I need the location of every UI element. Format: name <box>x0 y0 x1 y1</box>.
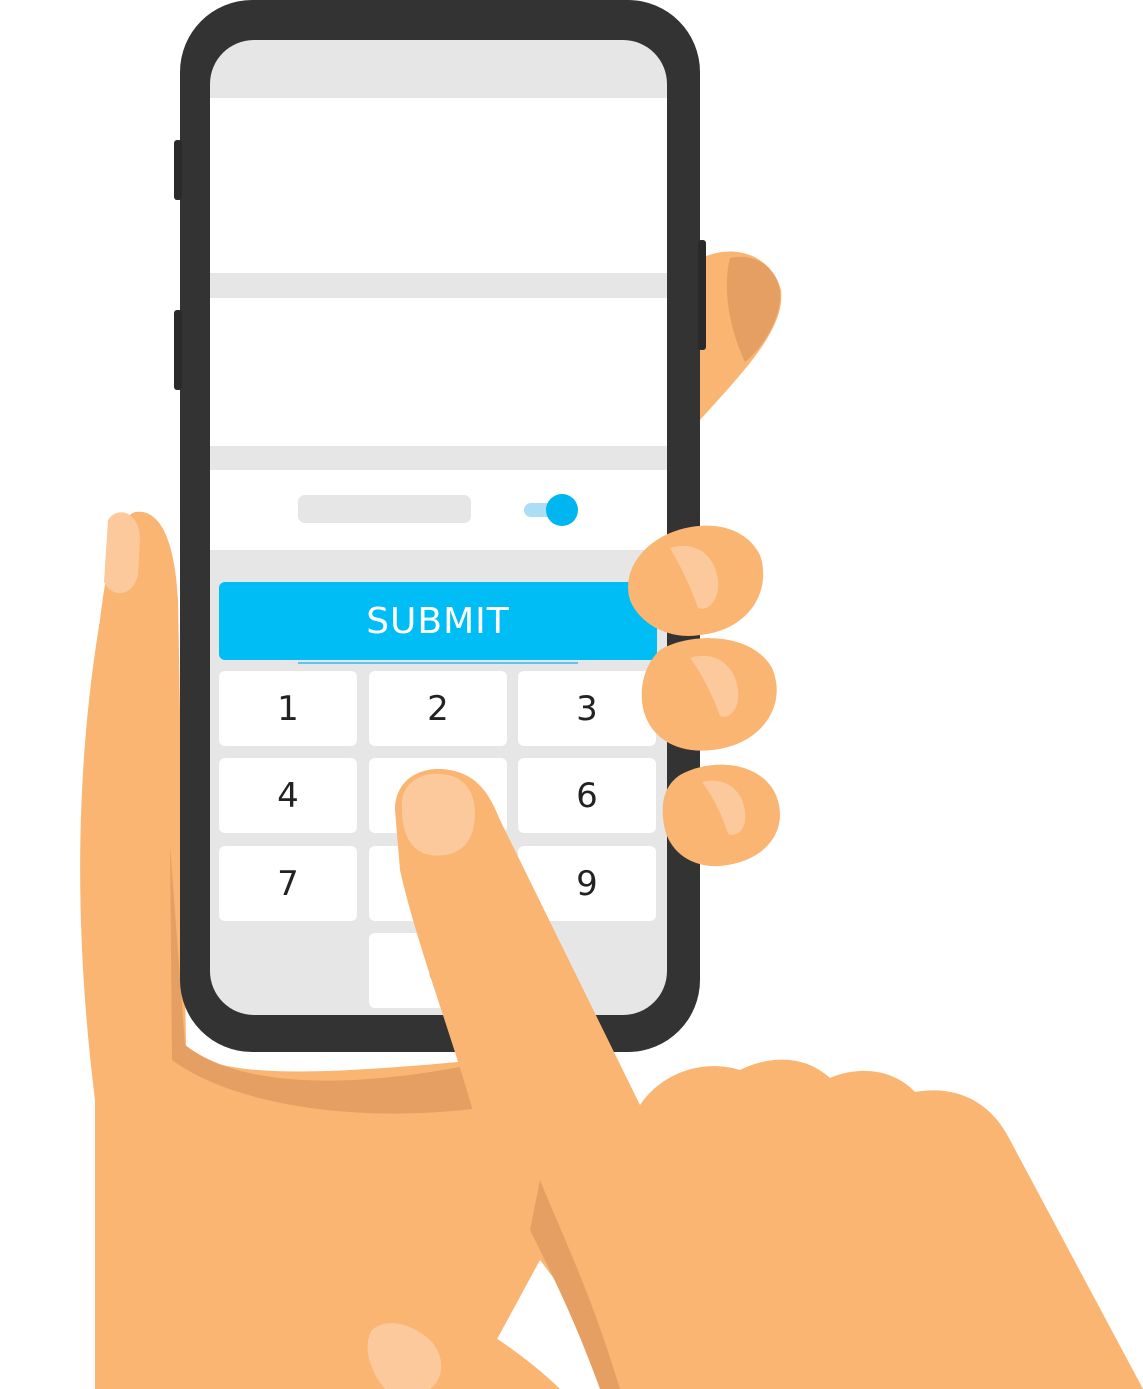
keypad-key-8[interactable]: 8 <box>369 846 507 921</box>
keypad-key-0[interactable]: 0 <box>369 933 507 1008</box>
keypad-key-6[interactable]: 6 <box>518 758 656 833</box>
toggle-knob <box>546 494 578 526</box>
submit-button[interactable]: SUBMIT <box>219 582 657 660</box>
keypad-key-3[interactable]: 3 <box>518 671 656 746</box>
keypad-key-4[interactable]: 4 <box>219 758 357 833</box>
side-button-right <box>698 240 706 350</box>
input-panel <box>210 298 667 664</box>
side-button-left <box>174 140 182 200</box>
side-button-left-lower <box>174 310 182 390</box>
keypad-key-7[interactable]: 7 <box>219 846 357 921</box>
phone-screen: SUBMIT 1 2 3 4 5 6 7 8 9 0 <box>210 40 667 1015</box>
keypad-key-5[interactable]: 5 <box>369 758 507 833</box>
keypad-key-1[interactable]: 1 <box>219 671 357 746</box>
top-panel <box>210 98 667 273</box>
keypad-key-2[interactable]: 2 <box>369 671 507 746</box>
keypad-key-9[interactable]: 9 <box>518 846 656 921</box>
option-label-placeholder <box>298 495 471 523</box>
toggle-switch-icon[interactable] <box>522 492 580 528</box>
